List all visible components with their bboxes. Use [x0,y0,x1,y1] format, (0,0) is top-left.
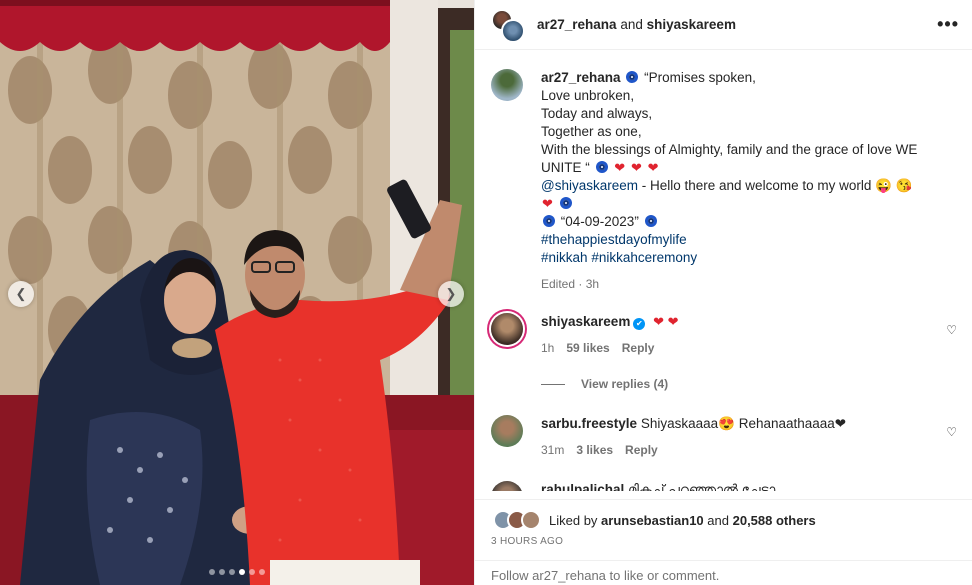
likes-text: Liked by arunsebastian10 and 20,588 othe… [549,513,816,528]
author-link[interactable]: shiyaskareem [647,17,736,32]
comment-username[interactable]: sarbu.freestyle [541,416,637,431]
author-connector: and [620,17,643,32]
likes-count-link[interactable]: 20,588 others [733,513,816,528]
verified-badge-icon: ✔ [633,318,646,330]
mention-link[interactable]: @shiyaskareem [541,178,638,193]
comment-time: 1h [541,341,555,355]
comment-meta: 1h 59 likes Reply [541,339,680,357]
reply-button[interactable]: Reply [622,339,655,357]
post-authors: ar27_rehana and shiyaskareem [537,17,736,32]
heart-icon: ❤ [542,196,553,211]
view-replies-label: View replies (4) [581,377,669,391]
post-photo: ❮ ❯ [0,0,474,585]
comment-item: sarbu.freestyle Shiyaskaaaa😍 Rehanaathaa… [491,415,957,459]
caption-body: ar27_rehana “Promises spoken, Love unbro… [541,69,961,293]
caption-text: Together as one, [541,124,642,139]
likes-connector: and [707,512,729,528]
evil-eye-icon [559,197,572,209]
heart-icon: ❤ [614,160,626,175]
evil-eye-icon [543,215,555,227]
hashtag-link[interactable]: #nikkah [541,250,588,265]
evil-eye-icon [595,161,608,173]
liker-link[interactable]: arunsebastian10 [601,513,704,528]
post-side-panel: ar27_rehana and shiyaskareem ••• ar27_re… [474,0,972,585]
view-replies-button[interactable]: View replies (4) [541,377,668,391]
carousel-dot [249,569,255,575]
divider [541,383,565,385]
avatar [521,510,541,530]
comment-meta: 31m 3 likes Reply [541,441,846,459]
comment-item: shiyaskareem ✔ ❤ ❤ 1h 59 likes Reply ♡ [491,313,957,357]
reply-button[interactable]: Reply [625,441,658,459]
carousel-next-button[interactable]: ❯ [438,281,464,307]
likes-summary: Liked by arunsebastian10 and 20,588 othe… [493,510,816,530]
hashtag-link[interactable]: #nikkahceremony [591,250,697,265]
comment-likes[interactable]: 3 likes [576,441,613,459]
evil-eye-icon [626,71,639,83]
comments-section: ar27_rehana “Promises spoken, Love unbro… [475,51,972,491]
carousel-dot [219,569,225,575]
caption-text: Today and always, [541,106,653,121]
carousel-dot [209,569,215,575]
heart-icon: ❤ [630,160,642,175]
carousel-dot [229,569,235,575]
follow-prompt[interactable]: Follow ar27_rehana to like or comment. [475,560,972,585]
hashtag-link[interactable]: #thehappiestdayofmylife [541,232,687,247]
caption-text: - Hello there and welcome to my world 😜 … [638,178,913,193]
likes-prefix: Liked by [549,512,598,528]
carousel-dot-active [239,569,245,575]
avatar[interactable] [491,313,523,345]
comment-time: 31m [541,443,565,457]
comment-like-heart-icon[interactable]: ♡ [946,425,957,439]
avatar [501,18,525,43]
carousel-indicator [0,569,474,575]
comment-text: മികച്ച് പറഞ്ഞാൽ ചേട്ടാ [628,482,776,491]
comment-text: ❤ ❤ [653,314,679,329]
author-link[interactable]: ar27_rehana [537,17,617,32]
chevron-right-icon: ❯ [445,286,457,301]
more-options-icon[interactable]: ••• [937,14,959,35]
avatar[interactable] [491,415,523,447]
comment-body: shiyaskareem ✔ ❤ ❤ 1h 59 likes Reply [541,313,680,357]
avatar[interactable] [491,481,523,491]
evil-eye-icon [644,215,657,227]
avatar[interactable] [491,69,523,101]
chevron-left-icon: ❮ [15,286,27,301]
comment-username[interactable]: rahulpalichal [541,482,624,491]
comment-item: rahulpalichal മികച്ച് പറഞ്ഞാൽ ചേട്ടാ [491,481,957,491]
post-header: ar27_rehana and shiyaskareem ••• [475,0,972,50]
caption-text: Love unbroken, [541,88,635,103]
post-timestamp[interactable]: 3 HOURS AGO [491,536,563,547]
post-footer: Liked by arunsebastian10 and 20,588 othe… [475,499,972,585]
caption-edited-time: Edited · 3h [541,277,600,291]
post-caption: ar27_rehana “Promises spoken, Love unbro… [491,69,961,293]
comment-like-heart-icon[interactable]: ♡ [946,323,957,337]
caption-text: “Promises spoken, [644,70,756,85]
heart-icon: ❤ [647,160,659,175]
comment-likes[interactable]: 59 likes [566,339,609,357]
caption-text: UNITE “ [541,160,590,175]
comment-body: sarbu.freestyle Shiyaskaaaa😍 Rehanaathaa… [541,415,846,459]
comment-text: Shiyaskaaaa😍 Rehanaathaaaa❤ [640,416,847,431]
caption-date: “04-09-2023” [560,214,639,229]
comment-username[interactable]: shiyaskareem [541,314,630,329]
comment-body: rahulpalichal മികച്ച് പറഞ്ഞാൽ ചേട്ടാ [541,481,775,491]
caption-username[interactable]: ar27_rehana [541,70,621,85]
carousel-prev-button[interactable]: ❮ [8,281,34,307]
caption-text: With the blessings of Almighty, family a… [541,142,918,157]
collab-avatars[interactable] [491,8,525,43]
photo-illustration [0,0,474,585]
carousel-dot [259,569,265,575]
